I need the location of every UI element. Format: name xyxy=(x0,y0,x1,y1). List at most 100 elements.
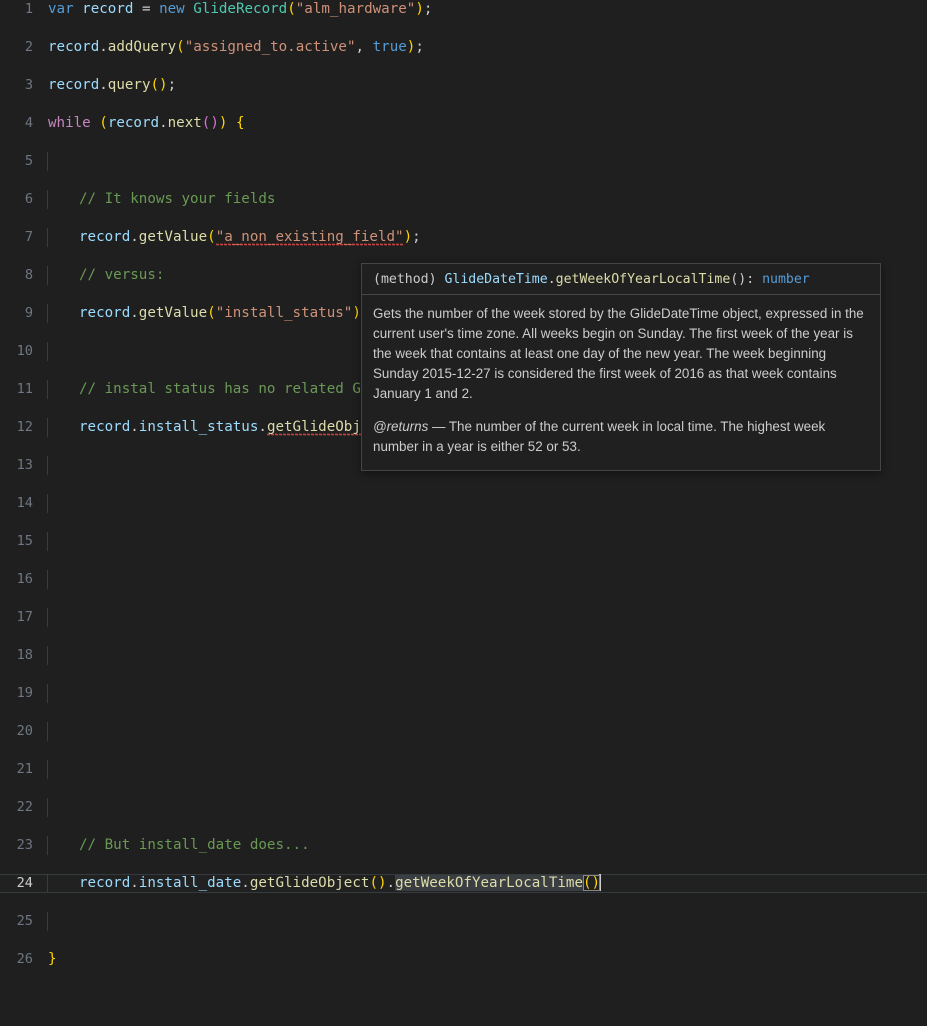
token-variable: record xyxy=(79,229,131,245)
hover-tooltip[interactable]: (method) GlideDateTime.getWeekOfYearLoca… xyxy=(361,263,881,471)
token-brace: { xyxy=(227,115,245,131)
code-line[interactable]: 15 xyxy=(0,532,927,551)
token-method: query xyxy=(107,77,151,93)
token-variable: record xyxy=(79,305,131,321)
signature-owner: GlideDateTime xyxy=(444,272,548,287)
line-source[interactable]: var record = new GlideRecord("alm_hardwa… xyxy=(48,0,432,19)
signature-method: getWeekOfYearLocalTime xyxy=(555,272,731,287)
tooltip-returns: @returns — The number of the current wee… xyxy=(373,417,869,457)
token-boolean: true xyxy=(372,39,407,55)
token-bracket-match: () xyxy=(583,875,601,891)
indent-guide xyxy=(47,532,48,551)
code-line[interactable]: 5 xyxy=(0,152,927,171)
line-source[interactable]: record.getValue("install_status"); xyxy=(79,304,369,323)
line-number: 10 xyxy=(16,343,33,359)
code-line[interactable]: 20 xyxy=(0,722,927,741)
signature-return-type: number xyxy=(762,272,810,287)
token-paren: ( xyxy=(207,305,216,321)
line-number: 13 xyxy=(16,457,33,473)
token-method: getValue xyxy=(138,305,208,321)
token-keyword-control: while xyxy=(48,115,91,131)
line-number: 7 xyxy=(24,229,33,245)
tooltip-description: Gets the number of the week stored by th… xyxy=(373,306,864,401)
code-line[interactable]: 6 // It knows your fields xyxy=(0,190,927,209)
line-number: 1 xyxy=(24,1,33,17)
token-paren: ( xyxy=(176,39,185,55)
token-semicolon: ; xyxy=(167,77,177,93)
token-variable: record xyxy=(107,115,160,131)
token-operator: = xyxy=(141,1,151,17)
indent-guide xyxy=(47,190,48,209)
code-line[interactable]: 22 xyxy=(0,798,927,817)
line-number: 16 xyxy=(16,571,33,587)
token-property: install_status xyxy=(138,419,259,435)
token-keyword: var xyxy=(48,1,74,17)
code-line[interactable]: 1 var record = new GlideRecord("alm_hard… xyxy=(0,0,927,19)
line-number: 11 xyxy=(16,381,33,397)
line-number: 22 xyxy=(16,799,33,815)
code-editor[interactable]: 1 var record = new GlideRecord("alm_hard… xyxy=(0,0,927,967)
code-line[interactable]: 4 while (record.next()) { xyxy=(0,114,927,133)
text-cursor xyxy=(599,874,602,891)
token-type: GlideRecord xyxy=(193,1,288,17)
token-paren: ( xyxy=(207,229,216,245)
indent-guide xyxy=(47,380,48,399)
line-number: 9 xyxy=(24,305,33,321)
token-new: new xyxy=(159,1,185,17)
token-paren: ( xyxy=(99,115,108,131)
signature-dot: . xyxy=(547,272,556,287)
line-number: 20 xyxy=(16,723,33,739)
code-line[interactable]: 3 record.query(); xyxy=(0,76,927,95)
code-line[interactable]: 18 xyxy=(0,646,927,665)
token-comment: // But install_date does... xyxy=(79,837,310,853)
line-source[interactable]: record.addQuery("assigned_to.active", tr… xyxy=(48,38,424,57)
token-comment: // It knows your fields xyxy=(79,191,276,207)
line-source[interactable]: record.getValue("a_non_existing_field"); xyxy=(79,228,421,247)
code-line[interactable]: 21 xyxy=(0,760,927,779)
token-method: addQuery xyxy=(107,39,177,55)
token-comment: // versus: xyxy=(79,267,165,283)
line-number: 26 xyxy=(16,951,33,967)
code-line[interactable]: 7 record.getValue("a_non_existing_field"… xyxy=(0,228,927,247)
signature-kind: (method) xyxy=(373,272,445,287)
line-number: 25 xyxy=(16,913,33,929)
token-variable: record xyxy=(79,875,131,891)
token-method: getGlideObject xyxy=(249,875,370,891)
indent-guide xyxy=(47,228,48,247)
token-dot: . xyxy=(99,77,108,93)
token-paren: () xyxy=(150,77,168,93)
line-source[interactable]: record.install_date.getGlideObject().get… xyxy=(79,874,602,893)
line-number: 19 xyxy=(16,685,33,701)
indent-guide xyxy=(47,836,48,855)
token-string: "alm_hardware" xyxy=(295,1,416,17)
token-dot: . xyxy=(130,229,139,245)
line-source[interactable]: record.query(); xyxy=(48,76,176,95)
token-variable: record xyxy=(48,77,100,93)
line-number: 21 xyxy=(16,761,33,777)
code-line[interactable]: 14 xyxy=(0,494,927,513)
line-number: 18 xyxy=(16,647,33,663)
indent-guide xyxy=(47,608,48,627)
token-variable: record xyxy=(48,39,100,55)
token-string-error: "a_non_existing_field" xyxy=(215,229,404,246)
token-dot: . xyxy=(258,419,267,435)
code-line[interactable]: 16 xyxy=(0,570,927,589)
token-property: install_date xyxy=(138,875,242,891)
code-line[interactable]: 26 } xyxy=(0,950,927,969)
token-dot: . xyxy=(99,39,108,55)
line-source[interactable]: while (record.next()) { xyxy=(48,114,245,133)
token-dot: . xyxy=(130,875,139,891)
code-line[interactable]: 2 record.addQuery("assigned_to.active", … xyxy=(0,38,927,57)
line-number: 2 xyxy=(24,39,33,55)
code-line[interactable]: 17 xyxy=(0,608,927,627)
token-paren: ) xyxy=(403,229,413,245)
line-number: 4 xyxy=(24,115,33,131)
indent-guide xyxy=(47,418,48,437)
code-line[interactable]: 25 xyxy=(0,912,927,931)
code-line[interactable]: 23 // But install_date does... xyxy=(0,836,927,855)
line-number: 17 xyxy=(16,609,33,625)
code-line-active[interactable]: 24 record.install_date.getGlideObject().… xyxy=(0,874,927,893)
line-number: 23 xyxy=(16,837,33,853)
indent-guide xyxy=(47,152,48,171)
code-line[interactable]: 19 xyxy=(0,684,927,703)
